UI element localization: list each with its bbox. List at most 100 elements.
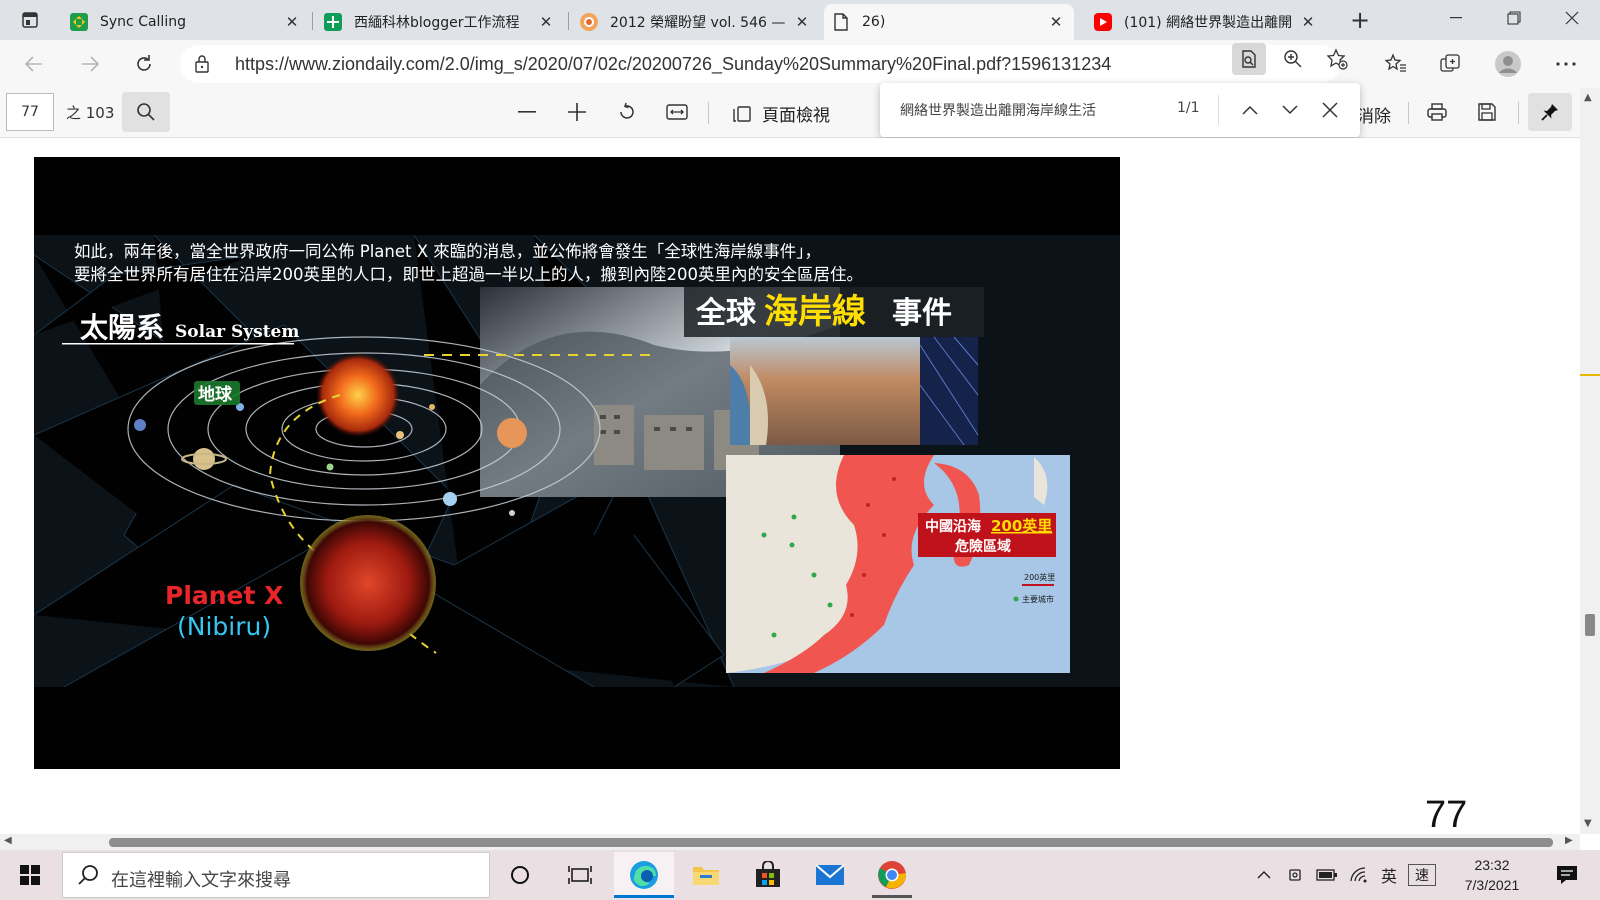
tab-pdf-document[interactable]: 26) ✕ [824, 4, 1074, 40]
slide-image: 全球 海岸線 事件 中國沿海 200英里 危險區域 200英里 主要城市 地球 … [34, 234, 1120, 688]
chrome-icon[interactable] [862, 852, 922, 898]
scroll-left-arrow[interactable]: ◀ [4, 835, 12, 846]
microsoft-store-icon[interactable] [738, 852, 798, 898]
scroll-right-arrow[interactable]: ▶ [1565, 835, 1573, 846]
page-total-label: 之 103 [66, 104, 115, 122]
pdf-search-button[interactable] [122, 92, 170, 132]
horizontal-scrollbar[interactable]: ◀ ▶ [0, 834, 1580, 850]
edge-browser-icon[interactable] [614, 852, 674, 898]
restore-button[interactable] [1486, 0, 1542, 36]
event-title-part3: 事件 [892, 296, 952, 331]
youtube-icon [1094, 13, 1112, 31]
url-text[interactable]: https://www.ziondaily.com/2.0/img_s/2020… [235, 54, 1111, 75]
tab-title: 2012 榮耀盼望 vol. 546 — [610, 15, 786, 31]
event-title-part2: 海岸線 [764, 292, 866, 332]
find-previous-button[interactable] [1234, 94, 1266, 126]
find-next-button[interactable] [1274, 94, 1306, 126]
taskbar-search-box[interactable]: 在這裡輸入文字來搜尋 [62, 852, 490, 898]
tab-title: 26) [862, 14, 886, 30]
toolbar-separator [708, 102, 709, 124]
close-tab-icon[interactable]: ✕ [792, 13, 812, 31]
collections-icon[interactable] [1432, 46, 1468, 82]
slide-caption-line2: 要將全世界所有居住在沿岸200英里的人口，即世上超過一半以上的人，搬到內陸200… [74, 265, 863, 284]
pdf-viewer[interactable]: 全球 海岸線 事件 中國沿海 200英里 危險區域 200英里 主要城市 地球 … [0, 138, 1580, 836]
find-on-page-icon[interactable] [1232, 43, 1266, 75]
zoom-out-button[interactable] [508, 93, 546, 131]
planet-x [300, 515, 436, 651]
planet-neptune [134, 419, 146, 431]
pin-toolbar-button[interactable] [1528, 93, 1572, 131]
tab-title: 西緬科林blogger工作流程 [354, 15, 520, 31]
battery-icon[interactable] [1314, 858, 1340, 892]
planet-pluto [509, 510, 515, 516]
solar-title-zh: 太陽系 [80, 311, 164, 344]
forward-button[interactable] [72, 46, 108, 82]
favorites-icon[interactable] [1378, 46, 1414, 82]
cortana-icon[interactable] [490, 852, 550, 898]
taskbar: 在這裡輸入文字來搜尋 英 速 23:32 7/3/2021 [0, 850, 1600, 900]
address-toolbar: https://www.ziondaily.com/2.0/img_s/2020… [0, 40, 1600, 88]
search-placeholder: 在這裡輸入文字來搜尋 [111, 870, 291, 891]
mail-icon[interactable] [800, 852, 860, 898]
tab-zion-daily[interactable]: 2012 榮耀盼望 vol. 546 — ✕ [572, 4, 820, 40]
minimize-button[interactable] [1428, 0, 1484, 36]
find-input[interactable]: 網絡世界製造出離開海岸線生活 [900, 100, 1096, 120]
rotate-button[interactable] [608, 93, 646, 131]
wifi-icon[interactable] [1346, 858, 1372, 892]
event-title-part1: 全球 [695, 296, 757, 331]
windows-start-icon[interactable] [6, 854, 54, 896]
zoom-in-button[interactable] [558, 93, 596, 131]
close-window-button[interactable] [1544, 0, 1600, 36]
new-tab-button[interactable]: + [1342, 4, 1378, 36]
notification-center-icon[interactable] [1550, 858, 1584, 892]
page-view-button[interactable]: 頁面檢視 [732, 101, 830, 126]
lock-icon[interactable] [194, 54, 214, 74]
close-find-button[interactable] [1314, 94, 1346, 126]
add-favorite-icon[interactable] [1320, 43, 1354, 75]
close-tab-icon[interactable]: ✕ [282, 13, 302, 31]
page-view-label: 頁面檢視 [762, 106, 830, 126]
page-view-icon [733, 105, 751, 122]
back-button[interactable] [16, 46, 52, 82]
planet-jupiter [497, 418, 527, 448]
zoom-icon[interactable] [1276, 43, 1310, 75]
fit-to-width-button[interactable] [658, 93, 696, 131]
erase-button[interactable]: 消除 [1357, 102, 1391, 127]
planet-saturn [193, 448, 215, 470]
meet-now-icon[interactable] [1284, 858, 1308, 892]
tab-youtube[interactable]: (101) 網絡世界製造出離開 ✕ [1086, 4, 1326, 40]
save-button[interactable] [1468, 93, 1506, 131]
page-number-input[interactable]: 77 [6, 93, 54, 131]
system-clock[interactable]: 23:32 7/3/2021 [1438, 855, 1546, 895]
close-tab-icon[interactable]: ✕ [1298, 13, 1318, 31]
vertical-scrollbar[interactable]: ▲ ▼ [1580, 88, 1600, 834]
task-view-icon[interactable] [550, 852, 610, 898]
vertical-scroll-thumb[interactable] [1585, 614, 1595, 636]
document-icon [832, 13, 850, 31]
tab-separator [568, 12, 569, 30]
scroll-up-arrow[interactable]: ▲ [1584, 92, 1592, 103]
close-tab-icon[interactable]: ✕ [536, 13, 556, 31]
address-bar[interactable]: https://www.ziondaily.com/2.0/img_s/2020… [180, 45, 1340, 83]
scroll-down-arrow[interactable]: ▼ [1584, 818, 1592, 829]
file-explorer-icon[interactable] [676, 852, 736, 898]
horizontal-scroll-thumb[interactable] [109, 838, 1553, 847]
profile-avatar[interactable] [1490, 46, 1526, 82]
tab-actions-icon[interactable] [12, 4, 48, 36]
input-language-indicator[interactable]: 英 [1376, 858, 1402, 892]
earth-label: 地球 [198, 384, 233, 405]
show-hidden-icons-icon[interactable] [1252, 858, 1276, 892]
more-options-icon[interactable] [1548, 46, 1584, 82]
google-sheets-green-icon [70, 13, 88, 31]
print-button[interactable] [1418, 93, 1456, 131]
slide-caption-line1: 如此，兩年後，當全世界政府一同公佈 Planet X 來臨的消息，並公佈將會發生… [74, 242, 821, 261]
map-legend-cities: 主要城市 [1022, 594, 1054, 604]
tab-sync-calling[interactable]: Sync Calling ✕ [62, 4, 310, 40]
clock-date: 7/3/2021 [1464, 877, 1520, 893]
refresh-button[interactable] [126, 46, 162, 82]
tab-blogger-workflow[interactable]: 西緬科林blogger工作流程 ✕ [316, 4, 564, 40]
ime-mode-indicator[interactable]: 速 [1408, 864, 1436, 886]
toolbar-separator [1408, 102, 1409, 124]
close-tab-icon[interactable]: ✕ [1046, 13, 1066, 31]
solar-title-en: Solar System [175, 322, 299, 342]
